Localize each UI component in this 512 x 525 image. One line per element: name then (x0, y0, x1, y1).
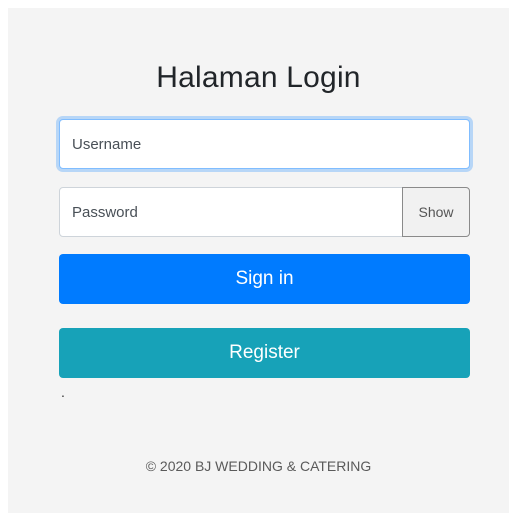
sign-in-button[interactable]: Sign in (59, 254, 470, 304)
show-password-button[interactable]: Show (402, 187, 470, 237)
password-input[interactable] (59, 187, 403, 237)
username-input[interactable] (59, 119, 470, 169)
register-button[interactable]: Register (59, 328, 470, 378)
footer-copyright: © 2020 BJ WEDDING & CATERING (145, 458, 372, 474)
stray-dot-text: . (61, 384, 65, 400)
login-card: Halaman Login Show Sign in Register . © … (8, 8, 509, 513)
page-title: Halaman Login (156, 61, 361, 94)
